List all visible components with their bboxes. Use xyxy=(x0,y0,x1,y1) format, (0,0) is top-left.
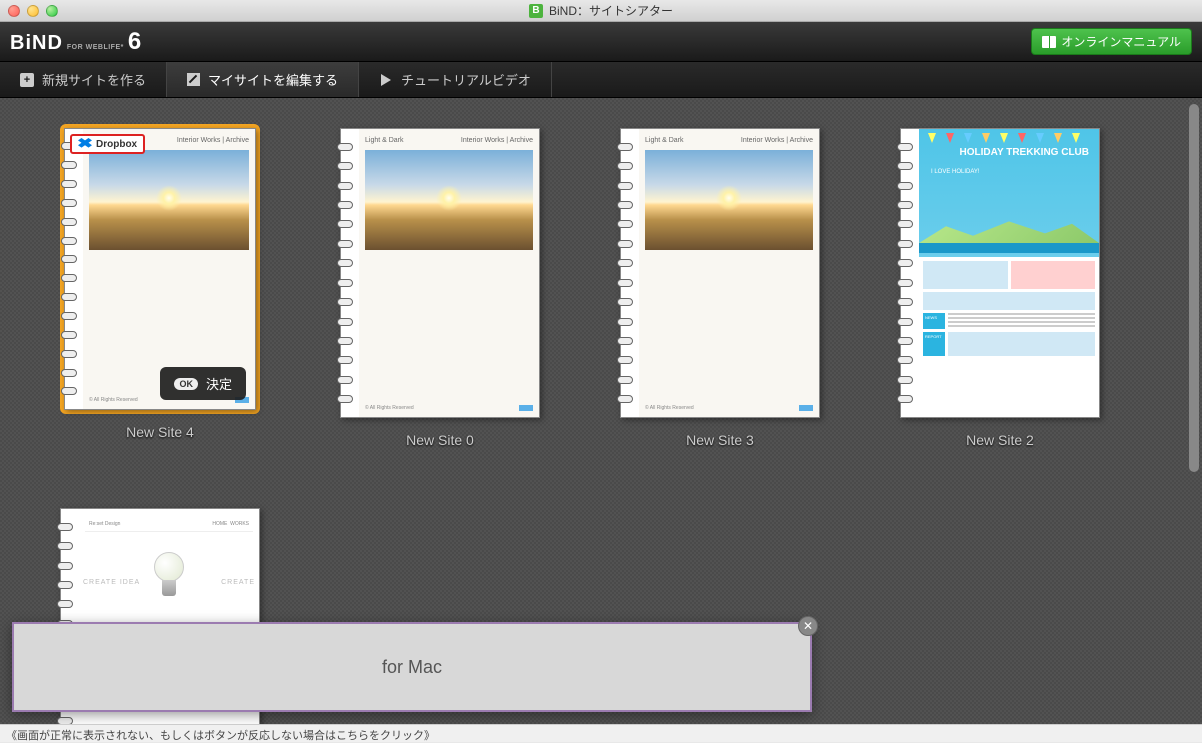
dropbox-label: Dropbox xyxy=(96,139,137,150)
plus-icon: + xyxy=(20,73,34,87)
scroll-thumb[interactable] xyxy=(1189,104,1199,472)
window-title: BiND：サイトシアター xyxy=(549,2,673,19)
play-icon xyxy=(379,73,393,87)
notebook-frame: HOLIDAY TREKKING CLUB I LOVE HOLIDAY! NE… xyxy=(900,128,1100,418)
confirm-label: 決定 xyxy=(206,374,232,393)
site-label: New Site 0 xyxy=(406,432,474,448)
tab-label: 新規サイトを作る xyxy=(42,70,146,89)
tab-label: チュートリアルビデオ xyxy=(401,70,531,89)
vertical-scrollbar[interactable] xyxy=(1189,104,1199,718)
close-window-button[interactable] xyxy=(8,5,20,17)
statusbar[interactable]: 《画面が正常に表示されない、もしくはボタンが反応しない場合はこちらをクリック》 xyxy=(0,724,1202,742)
notebook-frame: Light & DarkInterior Works | Archive © A… xyxy=(620,128,820,418)
page-preview: Light & DarkInterior Works | Archive © A… xyxy=(639,129,819,417)
page-preview: HOLIDAY TREKKING CLUB I LOVE HOLIDAY! NE… xyxy=(919,129,1099,417)
site-item[interactable]: Light & DarkInterior Works | Archive © A… xyxy=(620,128,820,448)
online-manual-button[interactable]: オンラインマニュアル xyxy=(1031,28,1192,55)
binding-rings xyxy=(337,137,355,409)
brand-name: BiND xyxy=(10,32,63,55)
tab-tutorial[interactable]: チュートリアルビデオ xyxy=(359,62,552,97)
close-icon[interactable]: ✕ xyxy=(798,616,818,636)
book-icon xyxy=(1042,36,1056,48)
binding-rings xyxy=(617,137,635,409)
titlebar: B BiND：サイトシアター xyxy=(0,0,1202,22)
site-item[interactable]: Dropbox Light & DarkInterior Works | Arc… xyxy=(60,128,260,448)
site-label: New Site 4 xyxy=(126,424,194,440)
app-icon: B xyxy=(529,4,543,18)
dropbox-icon xyxy=(78,138,92,150)
binding-rings xyxy=(897,137,915,409)
brand-logo: BiND FOR WEBLIFE* 6 xyxy=(10,28,142,56)
app-header: BiND FOR WEBLIFE* 6 オンラインマニュアル xyxy=(0,22,1202,62)
site-item[interactable]: Light & DarkInterior Works | Archive © A… xyxy=(340,128,540,448)
site-thumbnail[interactable]: Light & DarkInterior Works | Archive © A… xyxy=(340,128,540,418)
binding-rings xyxy=(61,137,79,401)
zoom-window-button[interactable] xyxy=(46,5,58,17)
site-item[interactable]: HOLIDAY TREKKING CLUB I LOVE HOLIDAY! NE… xyxy=(900,128,1100,448)
dropbox-badge: Dropbox xyxy=(70,134,145,154)
online-manual-label: オンラインマニュアル xyxy=(1061,33,1181,50)
site-thumbnail[interactable]: Dropbox Light & DarkInterior Works | Arc… xyxy=(60,124,260,414)
brand-version: 6 xyxy=(128,28,142,56)
ok-badge: OK xyxy=(174,378,198,390)
page-preview: Light & DarkInterior Works | Archive © A… xyxy=(359,129,539,417)
info-overlay: ✕ for Mac xyxy=(12,622,812,712)
traffic-lights xyxy=(8,5,58,17)
site-thumbnail[interactable]: Light & DarkInterior Works | Archive © A… xyxy=(620,128,820,418)
statusbar-text: 《画面が正常に表示されない、もしくはボタンが反応しない場合はこちらをクリック》 xyxy=(6,730,435,742)
edit-icon xyxy=(187,73,200,86)
notebook-frame: Light & DarkInterior Works | Archive © A… xyxy=(340,128,540,418)
tab-label: マイサイトを編集する xyxy=(208,70,338,89)
brand-subtitle: FOR WEBLIFE* xyxy=(67,44,124,51)
tab-new-site[interactable]: + 新規サイトを作る xyxy=(0,62,167,97)
site-thumbnail[interactable]: HOLIDAY TREKKING CLUB I LOVE HOLIDAY! NE… xyxy=(900,128,1100,418)
site-label: New Site 2 xyxy=(966,432,1034,448)
overlay-text: for Mac xyxy=(382,657,442,678)
main-tabs: + 新規サイトを作る マイサイトを編集する チュートリアルビデオ xyxy=(0,62,1202,98)
minimize-window-button[interactable] xyxy=(27,5,39,17)
confirm-button[interactable]: OK 決定 xyxy=(160,367,246,400)
window-title-wrap: B BiND：サイトシアター xyxy=(529,2,673,19)
site-label: New Site 3 xyxy=(686,432,754,448)
tab-edit-site[interactable]: マイサイトを編集する xyxy=(167,62,359,97)
